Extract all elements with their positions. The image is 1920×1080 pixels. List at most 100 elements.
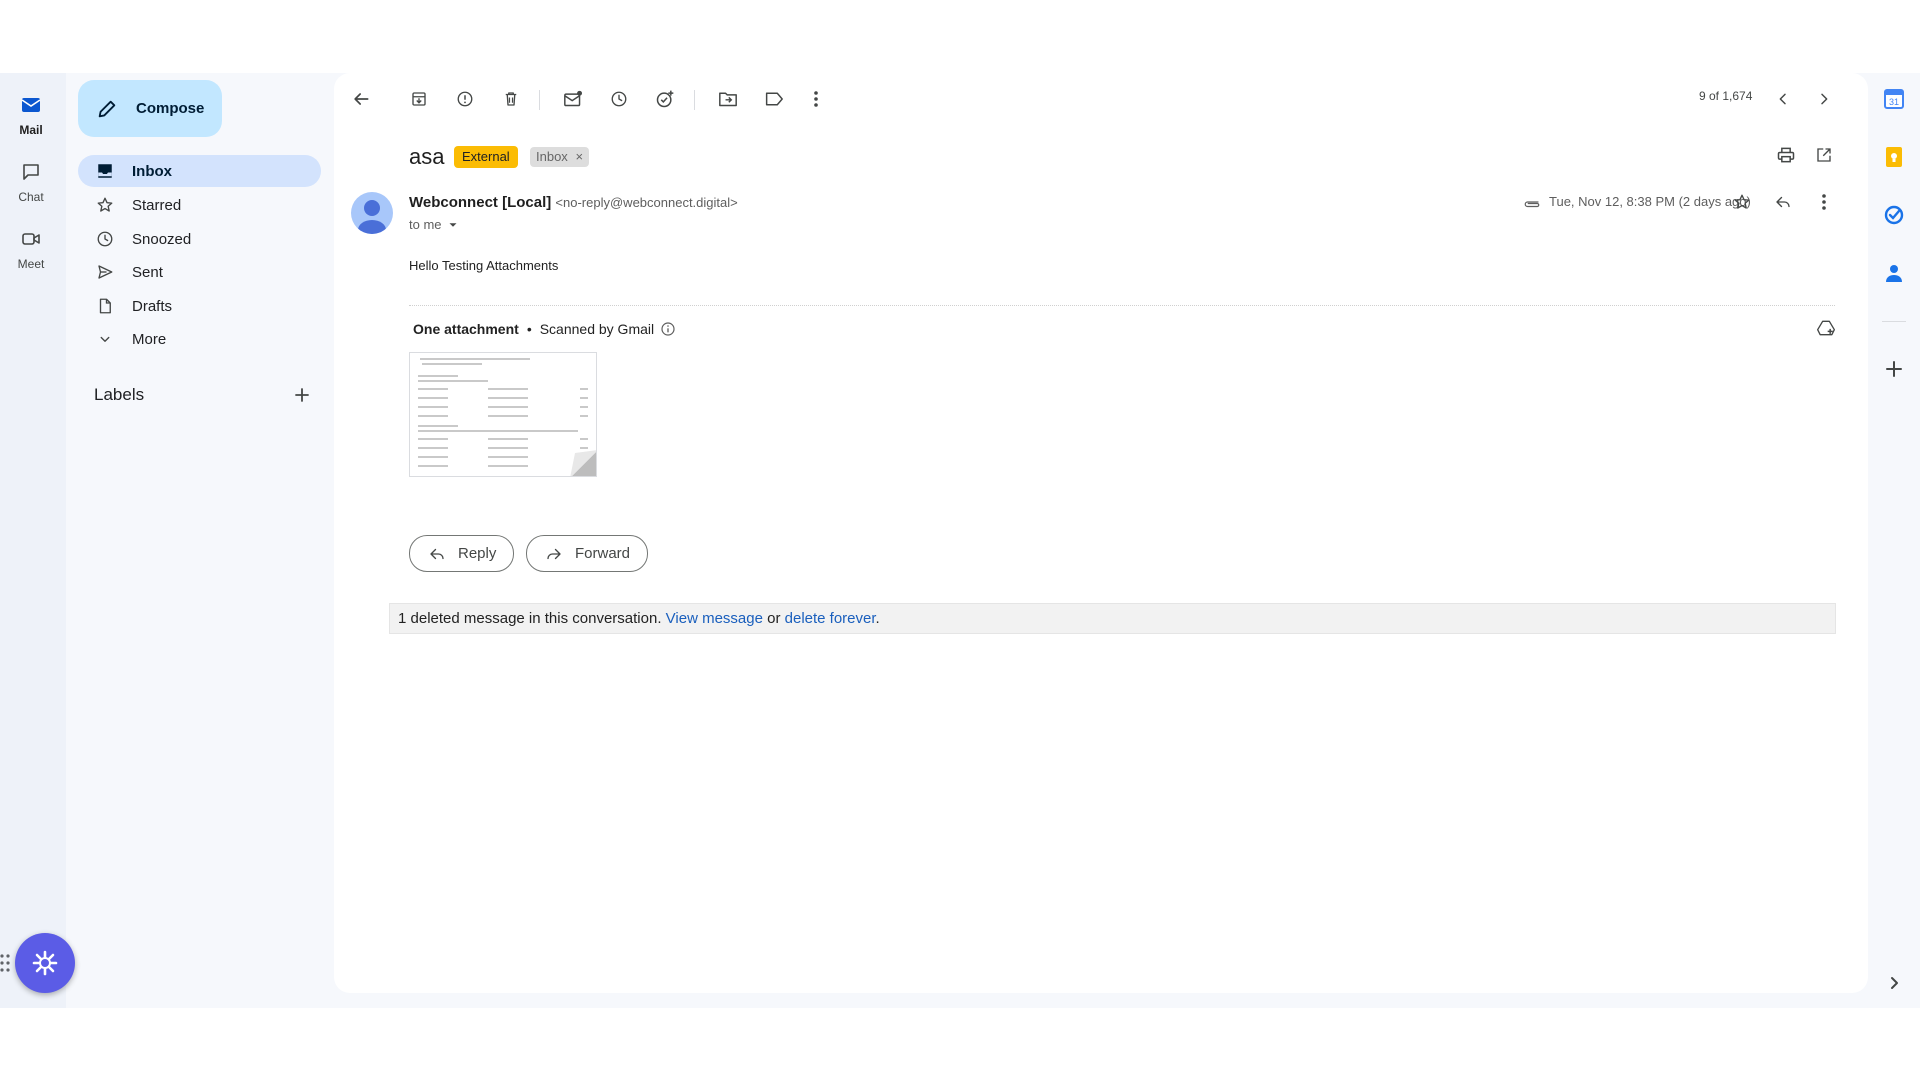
chevron-down-icon: [100, 336, 110, 342]
sidebar-item-snoozed[interactable]: Snoozed: [78, 223, 321, 255]
sidebar-item-starred[interactable]: Starred: [78, 189, 321, 221]
keep-icon: [1886, 147, 1902, 167]
add-label-button[interactable]: [290, 383, 314, 407]
open-in-new-icon: [1817, 148, 1831, 162]
delete-forever-link[interactable]: delete forever: [785, 610, 876, 627]
side-panel: 31: [1868, 73, 1920, 1008]
deleted-message-notice: 1 deleted message in this conversation. …: [389, 603, 1836, 634]
view-message-link[interactable]: View message: [666, 610, 763, 627]
trash-icon: [505, 92, 517, 106]
sidebar-item-label: More: [132, 330, 167, 348]
older-button[interactable]: [1806, 81, 1842, 117]
tasks-app-button[interactable]: [1882, 203, 1906, 227]
sender-name[interactable]: Webconnect [Local]: [409, 194, 551, 211]
rail-chat[interactable]: Chat: [0, 160, 62, 204]
add-to-drive-button[interactable]: [1808, 310, 1844, 346]
labels-button[interactable]: [756, 81, 792, 117]
reply-icon: [430, 548, 444, 559]
get-addons-button[interactable]: [1882, 357, 1906, 381]
star-button[interactable]: [1724, 184, 1760, 220]
labels-heading: Labels: [94, 385, 145, 404]
message-more-button[interactable]: [1806, 184, 1842, 220]
more-options-button[interactable]: [798, 81, 834, 117]
sidebar-item-label: Drafts: [132, 297, 173, 315]
sender-email: <no-reply@webconnect.digital>: [555, 195, 738, 210]
snooze-button[interactable]: [601, 81, 637, 117]
reply-icon-button[interactable]: [1765, 184, 1801, 220]
caret-down-icon: [449, 222, 457, 227]
attachment-divider: [409, 305, 1835, 306]
sidebar-item-drafts[interactable]: Drafts: [78, 290, 321, 322]
delete-button[interactable]: [493, 81, 529, 117]
keep-app-button[interactable]: [1882, 145, 1906, 169]
add-task-button[interactable]: [647, 81, 683, 117]
inbox-icon: [98, 164, 112, 178]
report-spam-button[interactable]: [447, 81, 483, 117]
sidebar-item-more[interactable]: More: [78, 323, 321, 355]
calendar-icon: 31: [1884, 89, 1904, 109]
sidebar-item-label: Inbox: [132, 162, 172, 180]
contacts-app-button[interactable]: [1882, 261, 1906, 285]
reply-button[interactable]: Reply: [409, 535, 515, 572]
label-icon: [765, 92, 783, 106]
draft-icon: [99, 298, 111, 314]
attachment-count: One attachment: [413, 321, 519, 337]
separator-dot: •: [526, 321, 532, 337]
rail-meet-label: Meet: [17, 257, 45, 271]
compose-label: Compose: [136, 100, 205, 117]
forward-icon: [547, 548, 561, 559]
drag-handle-icon[interactable]: [0, 953, 12, 973]
forward-button[interactable]: Forward: [526, 535, 649, 572]
print-all-button[interactable]: [1768, 137, 1804, 173]
clock-icon: [97, 231, 113, 247]
plus-icon: [295, 388, 309, 402]
pager-text: 9 of 1,674: [1699, 89, 1753, 103]
recipient-details-toggle[interactable]: to me: [409, 217, 460, 232]
attachment-header: One attachment • Scanned by Gmail: [413, 321, 676, 337]
archive-icon: [412, 92, 426, 106]
move-to-button[interactable]: [710, 81, 746, 117]
inbox-chip-label: Inbox: [536, 149, 568, 164]
chevron-left-icon: [1779, 93, 1786, 105]
mail-icon: [19, 93, 43, 117]
contacts-icon: [1886, 265, 1902, 282]
rail-meet[interactable]: Meet: [0, 227, 62, 271]
svg-text:31: 31: [1889, 97, 1899, 107]
attachment-thumbnail[interactable]: [409, 352, 597, 477]
message-pane: 9 of 1,674 asa External Inbox × Webconne…: [334, 73, 1868, 993]
chat-icon: [19, 160, 43, 184]
star-icon: [1734, 194, 1750, 209]
toolbar-divider: [694, 90, 695, 110]
rail-mail[interactable]: Mail: [0, 93, 62, 137]
report-icon: [457, 91, 473, 107]
hide-side-panel-button[interactable]: [1882, 971, 1906, 995]
more-vert-icon: [814, 91, 818, 107]
info-icon[interactable]: [660, 321, 676, 337]
side-panel-divider: [1882, 321, 1906, 322]
sidebar-item-inbox[interactable]: Inbox: [78, 155, 321, 187]
back-button[interactable]: [343, 81, 379, 117]
compose-button[interactable]: Compose: [78, 80, 222, 137]
sidebar-item-label: Starred: [132, 196, 182, 214]
plus-icon: [1886, 361, 1902, 377]
remove-label-button[interactable]: ×: [575, 149, 583, 164]
reply-icon: [1776, 196, 1790, 208]
sender-avatar[interactable]: [351, 192, 393, 234]
email-subject: asa: [409, 144, 445, 169]
app-rail: Mail Chat Meet: [0, 73, 75, 1008]
add-task-icon: [656, 90, 674, 108]
date-text: Tue, Nov 12, 8:38 PM (2 days ago): [1549, 194, 1751, 209]
calendar-app-button[interactable]: 31: [1882, 87, 1906, 111]
more-vert-icon: [1822, 194, 1826, 210]
archive-button[interactable]: [401, 81, 437, 117]
gmail-app: Mail Chat Meet Compose Inbox Starred Sno…: [0, 73, 1920, 1008]
newer-button[interactable]: [1765, 81, 1801, 117]
star-icon: [97, 197, 113, 212]
open-new-window-button[interactable]: [1806, 137, 1842, 173]
rail-mail-label: Mail: [19, 123, 43, 137]
mark-unread-button[interactable]: [555, 81, 591, 117]
sidebar-item-sent[interactable]: Sent: [78, 256, 321, 288]
forward-label: Forward: [575, 545, 631, 562]
tasks-icon: [1884, 205, 1904, 225]
or-text: or: [767, 610, 781, 627]
